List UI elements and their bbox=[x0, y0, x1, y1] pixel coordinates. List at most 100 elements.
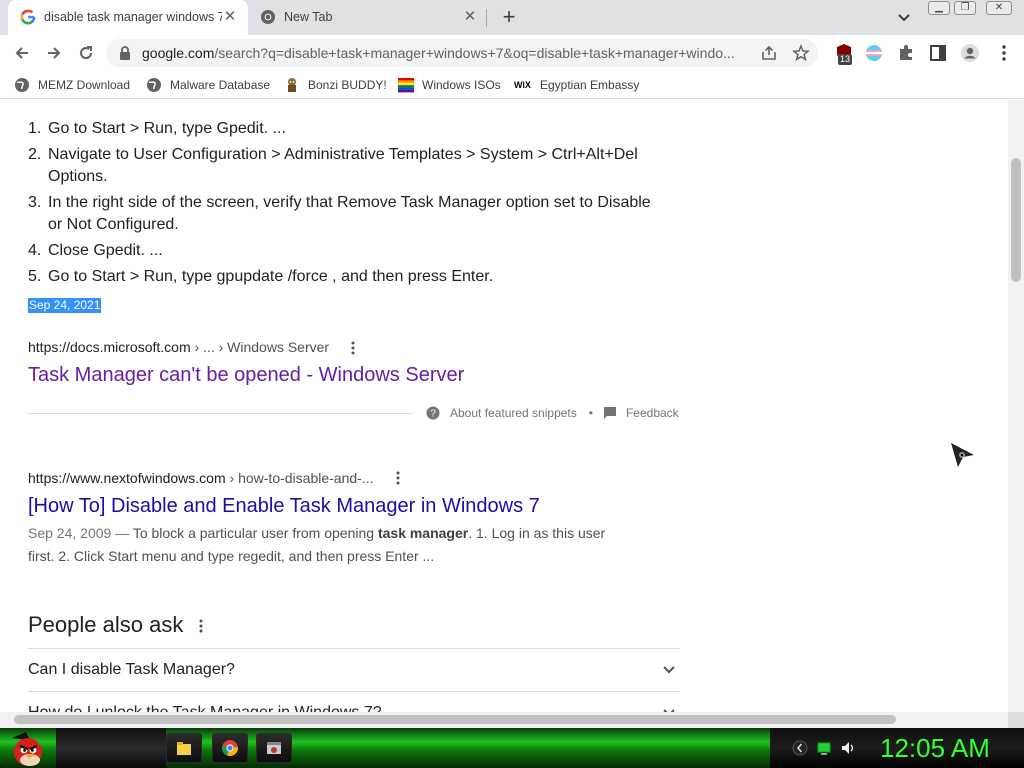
cite-path: › ... › Windows Server bbox=[190, 339, 330, 355]
help-circle-icon: ? bbox=[426, 406, 440, 420]
close-window-button[interactable]: ✕ bbox=[986, 1, 1012, 15]
taskbar-item-chrome[interactable] bbox=[212, 733, 248, 763]
windows-flag-icon bbox=[398, 78, 414, 93]
url-text[interactable]: google.com/search?q=disable+task+manager… bbox=[142, 45, 752, 61]
tab-google-search[interactable]: disable task manager windows 7 ✕ bbox=[8, 0, 248, 35]
address-bar[interactable]: google.com/search?q=disable+task+manager… bbox=[106, 39, 818, 67]
bookmark-windows-isos[interactable]: Windows ISOs bbox=[398, 76, 501, 94]
volume-icon[interactable] bbox=[840, 740, 856, 756]
tab-title: New Tab bbox=[284, 10, 333, 24]
more-options-icon[interactable] bbox=[348, 340, 358, 356]
network-icon[interactable] bbox=[816, 740, 832, 756]
page-viewport: 1. Go to Start > Run, type Gpedit. ... 2… bbox=[0, 100, 1008, 712]
horizontal-scrollbar[interactable] bbox=[0, 712, 1008, 728]
forward-button[interactable] bbox=[42, 41, 66, 65]
featured-result-link[interactable]: Task Manager can't be opened - Windows S… bbox=[28, 364, 464, 387]
feedback-icon bbox=[603, 407, 616, 419]
bookmark-bonzi-buddy[interactable]: Bonzi BUDDY! bbox=[284, 76, 387, 94]
extension-badge: 13 bbox=[838, 54, 853, 65]
bookmark-malware-database[interactable]: Malware Database bbox=[146, 76, 270, 94]
url-host: google.com bbox=[142, 45, 215, 61]
about-featured-snippets-link[interactable]: About featured snippets bbox=[450, 406, 577, 420]
browser-toolbar: google.com/search?q=disable+task+manager… bbox=[0, 35, 1024, 71]
new-tab-button[interactable]: + bbox=[498, 6, 520, 29]
vertical-scrollbar[interactable] bbox=[1008, 100, 1024, 712]
minimize-button[interactable]: ▁ bbox=[928, 1, 950, 15]
tab-title: disable task manager windows 7 bbox=[44, 10, 222, 24]
system-tray: 12:05 AM bbox=[770, 728, 1024, 768]
pride-flag-extension-icon[interactable] bbox=[864, 43, 884, 63]
step-number: 1. bbox=[28, 120, 42, 137]
side-panel-icon[interactable] bbox=[928, 43, 948, 63]
feedback-link[interactable]: Feedback bbox=[626, 406, 679, 420]
svg-text:?: ? bbox=[430, 409, 436, 420]
taskbar-start-area bbox=[56, 728, 166, 768]
bookmark-label: Egyptian Embassy bbox=[540, 78, 640, 92]
paa-question[interactable]: How do I unlock the Task Manager in Wind… bbox=[28, 691, 680, 712]
taskbar-item-explorer[interactable] bbox=[166, 733, 202, 763]
step-text: Navigate to User Configuration > Adminis… bbox=[48, 146, 638, 185]
cite-domain: https://www.nextofwindows.com bbox=[28, 470, 226, 486]
google-g-icon bbox=[20, 9, 36, 25]
angry-bird-start-icon[interactable] bbox=[6, 730, 46, 768]
question-text: Can I disable Task Manager? bbox=[28, 661, 235, 678]
chevron-down-icon[interactable] bbox=[894, 9, 914, 27]
bookmark-label: Windows ISOs bbox=[422, 78, 501, 92]
more-options-icon[interactable] bbox=[196, 618, 206, 634]
chrome-icon bbox=[221, 740, 239, 757]
show-hidden-icons-icon[interactable] bbox=[792, 740, 808, 756]
bookmark-label: MEMZ Download bbox=[38, 78, 131, 92]
step-text: Close Gpedit. ... bbox=[48, 242, 163, 259]
question-text: How do I unlock the Task Manager in Wind… bbox=[28, 704, 382, 712]
result-date: Sep 24, 2009 bbox=[28, 525, 112, 541]
media-app-icon bbox=[267, 742, 281, 754]
taskbar-item-media[interactable] bbox=[256, 733, 292, 763]
tab-strip: disable task manager windows 7 ✕ New Tab… bbox=[0, 0, 1024, 35]
bookmark-label: Bonzi BUDDY! bbox=[308, 78, 387, 92]
result-snippet: Sep 24, 2009 — To block a particular use… bbox=[28, 522, 618, 568]
selected-snippet-date[interactable]: Sep 24, 2021 bbox=[28, 298, 102, 313]
step-number: 5. bbox=[28, 268, 42, 285]
list-item: 1. Go to Start > Run, type Gpedit. ... bbox=[28, 118, 668, 140]
more-options-icon[interactable] bbox=[393, 470, 403, 486]
step-text: Go to Start > Run, type gpupdate /force … bbox=[48, 268, 494, 285]
paa-question[interactable]: Can I disable Task Manager? bbox=[28, 648, 680, 691]
step-number: 4. bbox=[28, 242, 42, 259]
restore-button[interactable]: ❐ bbox=[954, 1, 976, 15]
result-cite[interactable]: https://docs.microsoft.com › ... › Windo… bbox=[28, 339, 329, 355]
taskbar-clock[interactable]: 12:05 AM bbox=[880, 733, 990, 764]
kebab-menu-icon[interactable] bbox=[994, 43, 1014, 63]
star-icon[interactable] bbox=[792, 44, 810, 62]
people-also-ask-heading: People also ask bbox=[28, 612, 184, 637]
url-path: /search?q=disable+task+manager+windows+7… bbox=[214, 45, 735, 61]
bookmark-egyptian-embassy[interactable]: WiX Egyptian Embassy bbox=[514, 76, 639, 94]
result-link[interactable]: [How To] Disable and Enable Task Manager… bbox=[28, 495, 540, 518]
reload-button[interactable] bbox=[74, 41, 98, 65]
scrollbar-corner bbox=[1008, 712, 1024, 728]
bookmark-label: Malware Database bbox=[170, 78, 271, 92]
ublock-extension-icon[interactable]: 13 bbox=[834, 43, 854, 65]
close-tab-icon[interactable]: ✕ bbox=[222, 9, 238, 25]
lock-icon[interactable] bbox=[118, 45, 132, 61]
close-tab-icon[interactable]: ✕ bbox=[462, 9, 478, 25]
share-icon[interactable] bbox=[760, 44, 778, 62]
cite-path: › how-to-disable-and-... bbox=[225, 470, 374, 486]
result-cite[interactable]: https://www.nextofwindows.com › how-to-d… bbox=[28, 470, 373, 486]
date-dash: — bbox=[111, 525, 133, 541]
list-item: 4. Close Gpedit. ... bbox=[28, 240, 668, 262]
reload-icon bbox=[80, 46, 93, 59]
tab-new-tab[interactable]: New Tab ✕ bbox=[248, 0, 488, 35]
back-button[interactable] bbox=[10, 41, 34, 65]
bookmark-memz-download[interactable]: MEMZ Download bbox=[14, 76, 130, 94]
featured-snippet-steps: 1. Go to Start > Run, type Gpedit. ... 2… bbox=[28, 118, 668, 292]
step-number: 3. bbox=[28, 194, 42, 211]
scrollbar-thumb[interactable] bbox=[1011, 158, 1021, 282]
bookmarks-bar: MEMZ Download Malware Database Bonzi BUD… bbox=[0, 71, 1024, 99]
chrome-icon bbox=[261, 10, 275, 24]
snippet-bold-term: task manager bbox=[377, 525, 469, 541]
scrollbar-thumb[interactable] bbox=[14, 715, 896, 724]
puzzle-piece-icon[interactable] bbox=[896, 43, 916, 63]
snippet-text: To block a particular user from opening bbox=[132, 525, 378, 541]
cite-domain: https://docs.microsoft.com bbox=[28, 339, 191, 355]
profile-avatar-icon[interactable] bbox=[960, 43, 980, 63]
